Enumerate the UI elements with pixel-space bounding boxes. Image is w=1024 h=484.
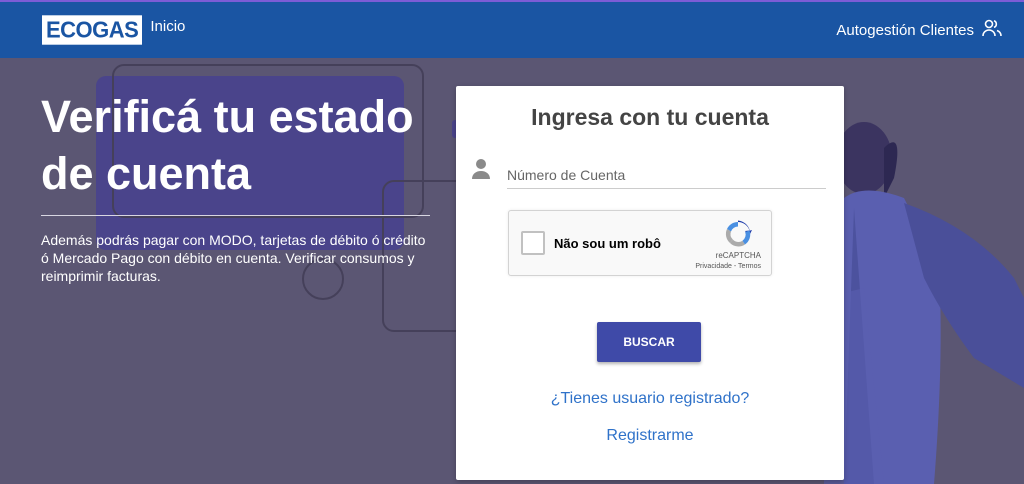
hero-title: Verificá tu estado de cuenta [41, 91, 414, 199]
self-service-link[interactable]: Autogestión Clientes [836, 19, 1002, 41]
illustration-person [824, 122, 1024, 484]
recaptcha-label: Não sou um robô [554, 236, 661, 251]
ecogas-logo[interactable]: ECOGAS [42, 15, 143, 45]
register-link[interactable]: Registrarme [456, 427, 844, 445]
account-number-input[interactable] [507, 162, 826, 189]
hero-divider [41, 215, 430, 216]
recaptcha-widget: Não sou um robô reCAPTCHA Privacidade - … [508, 210, 772, 276]
recaptcha-checkbox[interactable] [521, 231, 545, 255]
recaptcha-brand: reCAPTCHA [715, 251, 761, 260]
users-icon [982, 19, 1002, 41]
self-service-label: Autogestión Clientes [836, 21, 974, 39]
user-icon [472, 158, 490, 185]
search-button[interactable]: BUSCAR [597, 322, 701, 362]
hero-subtitle: Además podrás pagar con MODO, tarjetas d… [41, 232, 426, 284]
login-title: Ingresa con tu cuenta [531, 104, 769, 130]
navbar: ECOGAS Inicio Autogestión Clientes [0, 2, 1024, 58]
recaptcha-links[interactable]: Privacidade - Termos [695, 263, 761, 270]
login-card: Ingresa con tu cuenta Não sou um robô re… [456, 86, 844, 480]
nav-home-link[interactable]: Inicio [150, 18, 185, 35]
nav-left: ECOGAS Inicio [42, 15, 185, 45]
registered-user-link[interactable]: ¿Tienes usuario registrado? [456, 390, 844, 408]
recaptcha-icon [723, 219, 753, 254]
